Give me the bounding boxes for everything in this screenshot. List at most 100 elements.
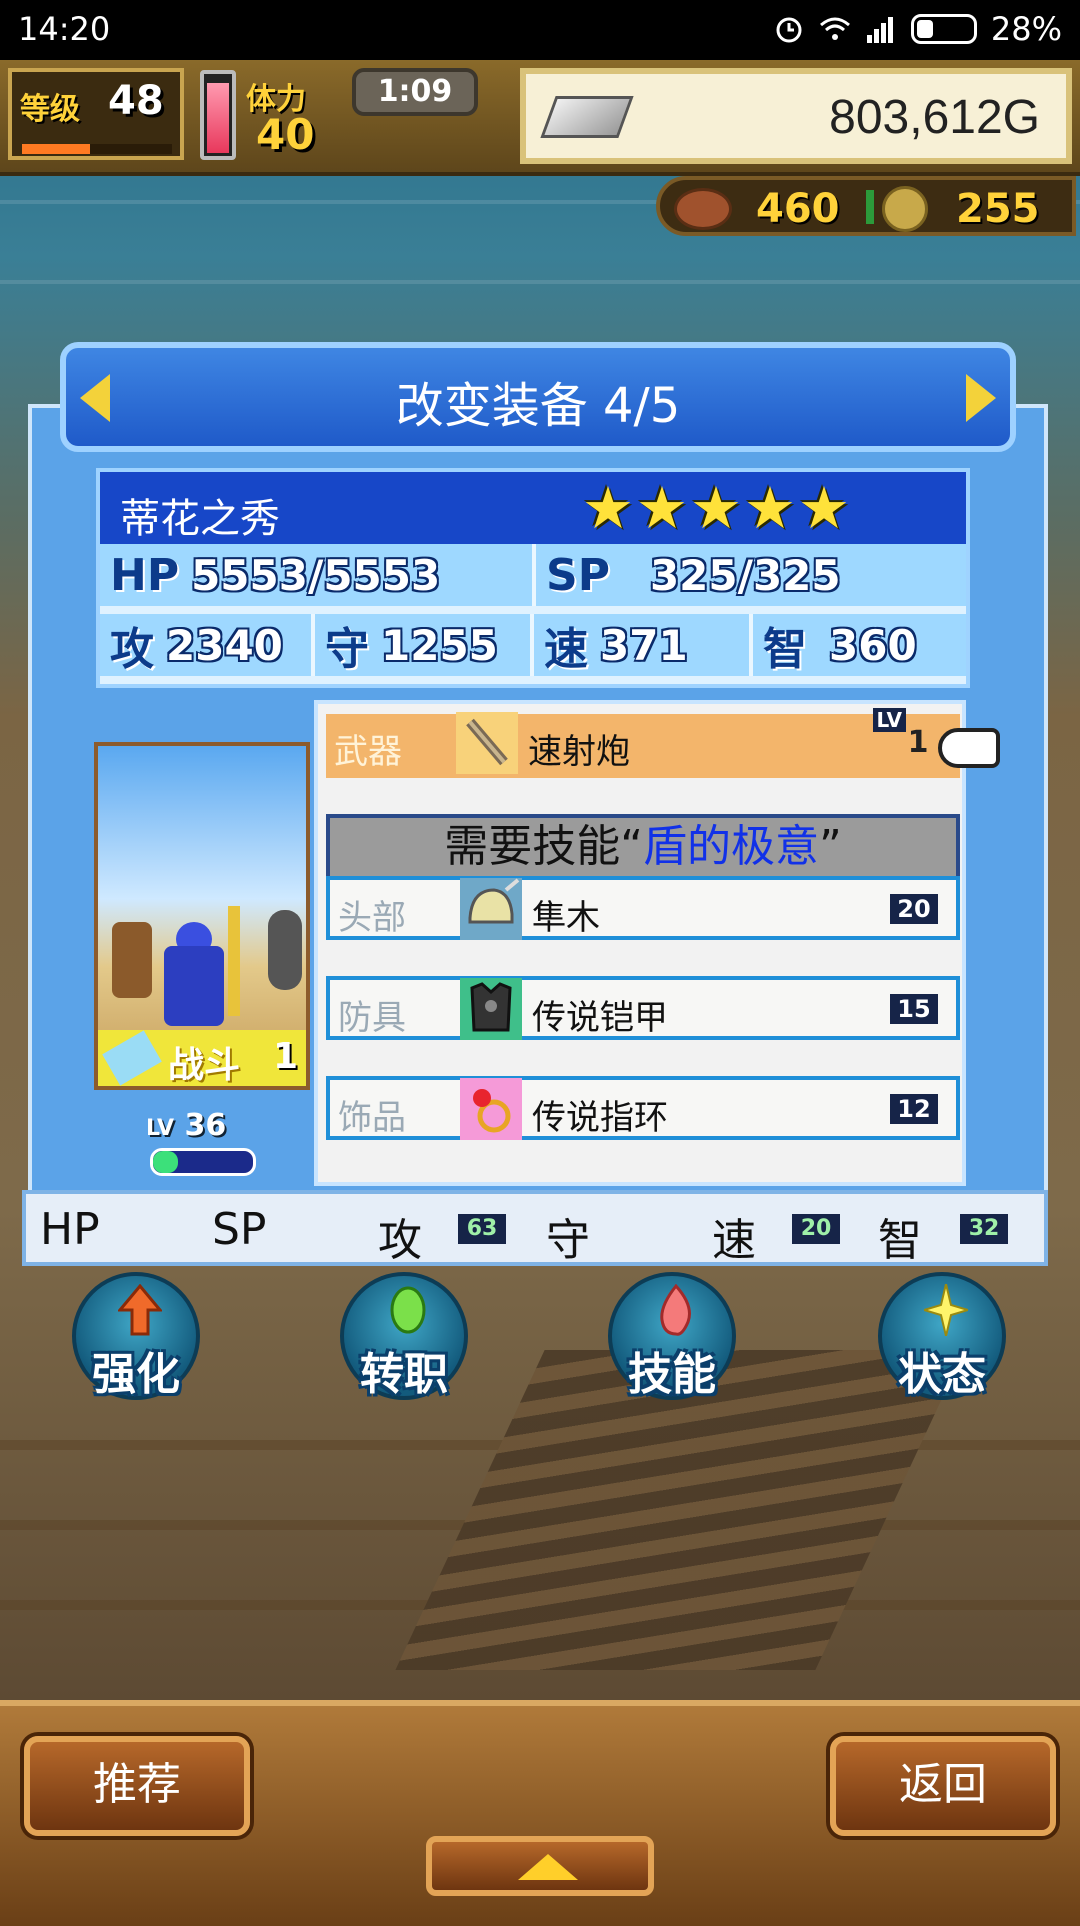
- equip-name: 传说铠甲: [532, 998, 668, 1038]
- hp-label: HP: [110, 549, 180, 601]
- hero-sprite: [164, 946, 224, 1026]
- level-exp-bar: [22, 144, 172, 154]
- gold-display: 803,612G: [520, 68, 1072, 164]
- character-portrait[interactable]: 战斗 1: [94, 742, 310, 1090]
- def-stat: 守 1255: [315, 614, 535, 676]
- bonus-spd-label: 速: [712, 1215, 756, 1266]
- def-label: 守: [325, 624, 370, 675]
- character-level-value: 36: [184, 1108, 227, 1143]
- recommend-button[interactable]: 推荐: [24, 1736, 250, 1836]
- armor-icon: [460, 978, 522, 1040]
- meat-icon: [674, 188, 732, 230]
- rank-star-icon: ★: [744, 474, 796, 542]
- shield-sprite: [268, 910, 302, 990]
- equip-name: 隼木: [532, 898, 600, 938]
- up-arrow-icon: [118, 1284, 162, 1336]
- bonus-atk-label: 攻: [378, 1215, 422, 1266]
- skill-req-prefix: 需要技能“: [444, 821, 643, 872]
- status-button[interactable]: 状态: [878, 1272, 1006, 1400]
- character-name: 蒂花之秀: [120, 496, 280, 542]
- ring-icon: [460, 1078, 522, 1140]
- panel-title: 改变装备 4/5: [395, 378, 681, 434]
- rank-star-icon: ★: [690, 474, 742, 542]
- equip-name: 传说指环: [532, 1098, 668, 1138]
- bonus-int-label: 智: [878, 1215, 922, 1266]
- skill-req-suffix: ”: [819, 821, 842, 872]
- stamina-timer: 1:09: [352, 68, 478, 116]
- stamina-gauge: [200, 70, 236, 160]
- pointing-hand-icon: [938, 728, 1000, 768]
- equip-slot-weapon[interactable]: 武器 速射炮 LV 1: [326, 708, 960, 778]
- equip-level: 15: [890, 994, 938, 1024]
- attribute-row: 攻 2340 守 1255 速 371 智 360: [100, 614, 966, 676]
- sparkle-icon: [924, 1284, 968, 1336]
- sp-value: 325/325: [649, 550, 841, 600]
- hp-value: 5553/5553: [191, 550, 441, 600]
- sp-label: SP: [546, 549, 610, 601]
- spd-stat: 速 371: [534, 614, 754, 676]
- enhance-button[interactable]: 强化: [72, 1272, 200, 1400]
- atk-stat: 攻 2340: [100, 614, 316, 676]
- character-name-row: 蒂花之秀 ★ ★ ★ ★ ★: [100, 472, 966, 544]
- bonus-spd-value: 20: [792, 1214, 840, 1244]
- skill-requirement-banner: 需要技能“盾的极意”: [326, 814, 960, 880]
- atk-value: 2340: [166, 620, 283, 670]
- battery-icon: [910, 14, 977, 44]
- equip-slot-head[interactable]: 头部 隼木 20: [326, 876, 960, 940]
- hp-sp-row: HP 5553/5553 SP 325/325: [100, 544, 966, 606]
- resource-separator: [866, 190, 874, 224]
- rank-stars: ★ ★ ★ ★ ★: [582, 478, 850, 538]
- medal-value: 255: [956, 186, 1040, 232]
- equipment-list: 武器 速射炮 LV 1 需要技能“盾的极意” 头部 隼木 20 防具 传说铠甲 …: [314, 700, 966, 1186]
- gold-value: 803,612G: [829, 91, 1040, 144]
- spd-value: 371: [600, 620, 688, 670]
- bonus-atk-value: 63: [458, 1214, 506, 1244]
- medal-icon: [882, 186, 928, 232]
- atk-label: 攻: [110, 624, 154, 675]
- next-character-button[interactable]: [966, 374, 996, 422]
- equip-level: 12: [890, 1094, 938, 1124]
- wifi-icon: [819, 17, 850, 40]
- slot-label: 饰品: [338, 1098, 406, 1138]
- level-label: 等级: [20, 92, 80, 127]
- rank-star-icon: ★: [636, 474, 688, 542]
- helmet-icon: [460, 878, 522, 940]
- change-job-label: 转职: [360, 1349, 448, 1400]
- bonus-hp-label: HP: [40, 1204, 100, 1255]
- level-value: 48: [108, 78, 164, 124]
- character-level-label: LV: [146, 1116, 175, 1141]
- status-bar: 14:20 28%: [0, 0, 1080, 60]
- status-icons: 28%: [773, 10, 1062, 48]
- player-level: 等级 48: [8, 68, 184, 160]
- barrel-sprite: [112, 922, 152, 998]
- back-button[interactable]: 返回: [830, 1736, 1056, 1836]
- slot-label: 武器: [334, 732, 402, 772]
- title-banner: 改变装备 4/5: [60, 342, 1016, 452]
- rank-star-icon: ★: [798, 474, 850, 542]
- sword-sprite: [228, 906, 240, 1016]
- triangle-up-icon: [518, 1854, 578, 1880]
- job-badge: 战斗 1: [98, 1030, 306, 1086]
- change-job-button[interactable]: 转职: [340, 1272, 468, 1400]
- meat-value: 460: [756, 186, 840, 232]
- equip-slot-armor[interactable]: 防具 传说铠甲 15: [326, 976, 960, 1040]
- hp-stat: HP 5553/5553: [100, 544, 536, 606]
- equip-slot-accessory[interactable]: 饰品 传说指环 12: [326, 1076, 960, 1140]
- job-sword-icon: [102, 1030, 162, 1086]
- bottom-bar: 推荐 返回: [0, 1700, 1080, 1926]
- bonus-sp-label: SP: [212, 1204, 267, 1255]
- skill-button[interactable]: 技能: [608, 1272, 736, 1400]
- alarm-icon: [776, 17, 802, 43]
- enhance-label: 强化: [92, 1349, 180, 1400]
- rank-star-icon: ★: [582, 474, 634, 542]
- skill-req-name: 盾的极意: [643, 821, 819, 872]
- bonus-int-value: 32: [960, 1214, 1008, 1244]
- flame-icon: [660, 1284, 691, 1336]
- expand-menu-button[interactable]: [426, 1836, 654, 1896]
- leaf-icon: [390, 1286, 426, 1334]
- sp-stat: SP 325/325: [536, 544, 966, 606]
- stamina-value: 40: [256, 110, 315, 159]
- status-time: 14:20: [18, 10, 111, 48]
- int-value: 360: [829, 620, 917, 670]
- status-label: 状态: [898, 1349, 986, 1400]
